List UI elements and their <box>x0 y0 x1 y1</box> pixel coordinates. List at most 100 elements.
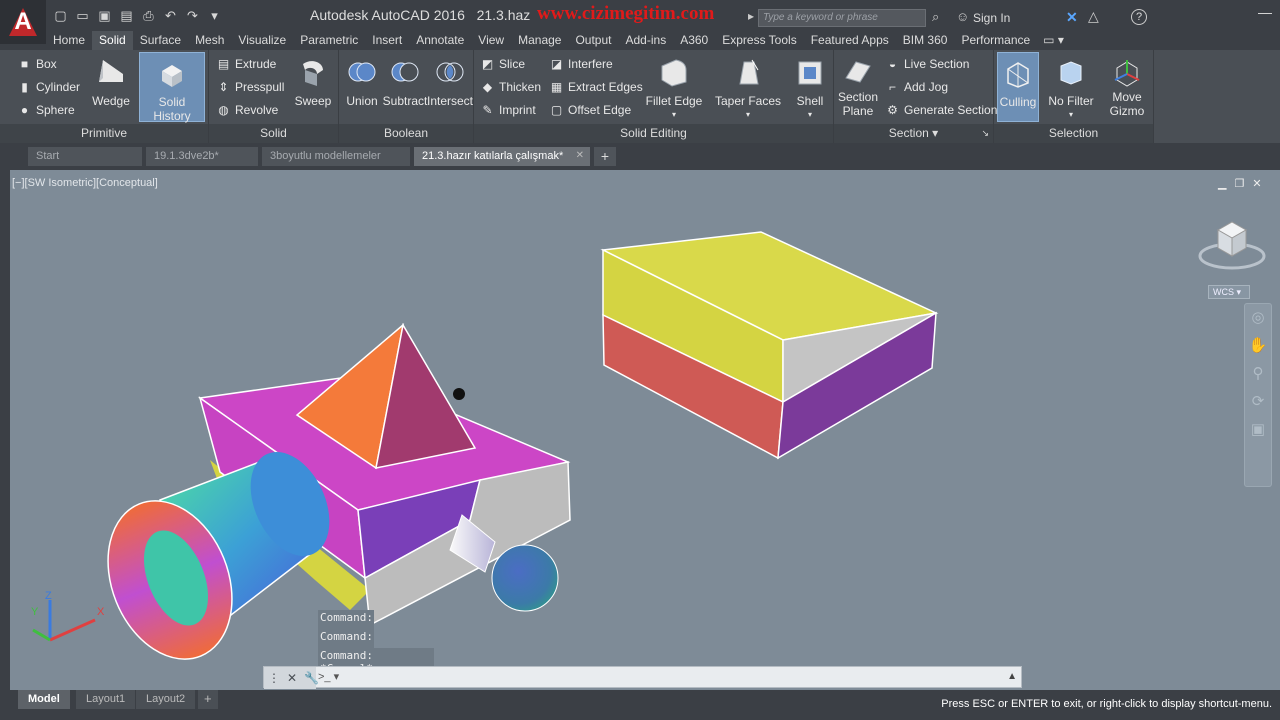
showmotion-icon[interactable]: ▣ <box>1245 416 1271 444</box>
tab-add-ins[interactable]: Add-ins <box>619 31 674 50</box>
application-menu-button[interactable]: A <box>0 0 46 44</box>
tab-bim-360[interactable]: BIM 360 <box>896 31 955 50</box>
generate-section-button[interactable]: ⚙ Generate Section <box>886 103 997 117</box>
tab-surface[interactable]: Surface <box>133 31 188 50</box>
ucs-y-label: Y <box>31 606 39 618</box>
minimize-icon[interactable]: — <box>1258 4 1272 20</box>
section-plane-button[interactable]: Section Plane <box>836 52 880 122</box>
chevron-right-icon[interactable]: ▸ <box>748 9 754 23</box>
tab-express-tools[interactable]: Express Tools <box>715 31 803 50</box>
search-input[interactable]: Type a keyword or phrase <box>758 9 926 27</box>
chevron-down-icon[interactable]: ▾ <box>932 126 938 140</box>
autodesk-a360-icon[interactable]: △ <box>1088 8 1099 25</box>
layout-tab-layout1[interactable]: Layout1 <box>76 690 136 709</box>
zoom-icon[interactable]: ⚲ <box>1245 360 1271 388</box>
new-file-icon[interactable]: ▢ <box>52 8 69 23</box>
tab-parametric[interactable]: Parametric <box>293 31 365 50</box>
tab-home[interactable]: Home <box>46 31 92 50</box>
close-icon[interactable]: ✕ <box>576 150 584 161</box>
steering-wheel-icon[interactable]: ◎ <box>1245 304 1271 332</box>
save-as-icon[interactable]: ▤ <box>118 8 135 23</box>
tab-annotate[interactable]: Annotate <box>409 31 471 50</box>
add-layout-button[interactable]: + <box>198 690 218 709</box>
culling-button[interactable]: Culling <box>997 52 1039 122</box>
solid-history-icon <box>162 65 182 87</box>
doc-tab-21-3[interactable]: 21.3.hazır katılarla çalışmak* ✕ <box>414 147 590 166</box>
command-line-grip[interactable]: ⋮ ✕ 🔧 <box>264 667 319 689</box>
intersect-button[interactable]: Intersect <box>427 52 473 122</box>
sign-in-button[interactable]: Sign In <box>973 11 1010 25</box>
taper-faces-button[interactable]: Taper Faces ▾ <box>714 52 782 122</box>
3d-scene[interactable] <box>10 170 1280 690</box>
dropdown-icon[interactable]: ▾ <box>206 8 223 23</box>
shell-icon <box>798 61 822 85</box>
slice-button[interactable]: ◩ Slice <box>481 57 525 71</box>
offset-edge-button[interactable]: ▢ Offset Edge <box>550 103 631 117</box>
add-jog-button[interactable]: ⌐ Add Jog <box>886 80 948 94</box>
drag-handle-icon[interactable]: ⋮ <box>268 671 280 685</box>
tab-a360[interactable]: A360 <box>673 31 715 50</box>
new-tab-button[interactable]: + <box>594 147 616 166</box>
solid-history-button[interactable]: Solid History <box>139 52 205 123</box>
no-filter-button[interactable]: No Filter ▾ <box>1044 52 1098 122</box>
extrude-button[interactable]: ▤ Extrude <box>217 57 277 71</box>
subtract-button[interactable]: Subtract <box>382 52 428 122</box>
fillet-edge-button[interactable]: Fillet Edge ▾ <box>644 52 704 122</box>
revolve-button[interactable]: ◍ Revolve <box>217 103 278 117</box>
undo-icon[interactable]: ↶ <box>162 8 179 23</box>
wedge-button[interactable]: Wedge <box>90 52 132 122</box>
ribbon-display-toggle-icon[interactable]: ▭ ▾ <box>1043 31 1064 50</box>
union-button[interactable]: Union <box>342 52 382 122</box>
doc-tab-19-1[interactable]: 19.1.3dve2b* <box>146 147 258 166</box>
help-icon[interactable]: ? <box>1131 9 1147 25</box>
tab-performance[interactable]: Performance <box>954 31 1037 50</box>
cylinder-button[interactable]: ▮ Cylinder <box>18 80 80 94</box>
dialog-launcher-icon[interactable]: ↘ <box>981 124 989 143</box>
live-section-button[interactable]: ◒ Live Section <box>886 57 970 71</box>
layout-tab-layout2[interactable]: Layout2 <box>136 690 196 709</box>
binoculars-search-icon[interactable]: ⌕ <box>932 9 939 25</box>
tab-view[interactable]: View <box>471 31 511 50</box>
extract-edges-button[interactable]: ▦ Extract Edges <box>550 80 643 94</box>
panel-title-primitive: Primitive <box>0 124 208 143</box>
print-icon[interactable]: ⎙ <box>140 8 157 23</box>
imprint-button[interactable]: ✎ Imprint <box>481 103 535 117</box>
user-icon[interactable]: ☺ <box>956 9 969 24</box>
presspull-button[interactable]: ⇕ Presspull <box>217 80 284 94</box>
ucs-icon: Z X Y <box>31 590 105 642</box>
sphere-shape[interactable] <box>491 544 559 612</box>
redo-icon[interactable]: ↷ <box>184 8 201 23</box>
tab-insert[interactable]: Insert <box>365 31 409 50</box>
command-line[interactable]: ⋮ ✕ 🔧 >_ ▾ ▲ <box>263 666 1022 689</box>
wrench-icon[interactable]: 🔧 <box>304 671 319 685</box>
close-icon[interactable]: ✕ <box>287 671 297 685</box>
tab-solid[interactable]: Solid <box>92 31 133 50</box>
interfere-button[interactable]: ◪ Interfere <box>550 57 613 71</box>
tab-featured-apps[interactable]: Featured Apps <box>804 31 896 50</box>
intersect-icon <box>436 62 464 82</box>
viewcube[interactable] <box>1198 212 1266 274</box>
pan-hand-icon[interactable]: ✋ <box>1245 332 1271 360</box>
tab-output[interactable]: Output <box>568 31 618 50</box>
open-folder-icon[interactable]: ▭ <box>74 8 91 23</box>
wcs-dropdown[interactable]: WCS ▾ <box>1208 285 1250 299</box>
orbit-icon[interactable]: ⟳ <box>1245 388 1271 416</box>
move-gizmo-button[interactable]: Move Gizmo <box>1102 52 1152 122</box>
wedge-icon <box>99 60 123 82</box>
save-icon[interactable]: ▣ <box>96 8 113 23</box>
exchange-apps-icon[interactable]: ✕ <box>1066 9 1078 26</box>
doc-tab-3boyutlu[interactable]: 3boyutlu modellemeler <box>262 147 410 166</box>
box-button[interactable]: ■ Box <box>18 57 57 71</box>
layout-tab-model[interactable]: Model <box>18 690 70 709</box>
thicken-button[interactable]: ◆ Thicken <box>481 80 541 94</box>
chevron-up-icon[interactable]: ▲ <box>1007 671 1017 682</box>
shell-button[interactable]: Shell ▾ <box>790 52 830 122</box>
union-icon <box>348 62 376 82</box>
sphere-button[interactable]: ● Sphere <box>18 103 75 117</box>
command-prompt-icon[interactable]: >_ ▾ <box>318 670 339 683</box>
tab-visualize[interactable]: Visualize <box>231 31 293 50</box>
sweep-button[interactable]: Sweep <box>291 52 335 122</box>
tab-mesh[interactable]: Mesh <box>188 31 231 50</box>
tab-manage[interactable]: Manage <box>511 31 568 50</box>
doc-tab-start[interactable]: Start <box>28 147 142 166</box>
